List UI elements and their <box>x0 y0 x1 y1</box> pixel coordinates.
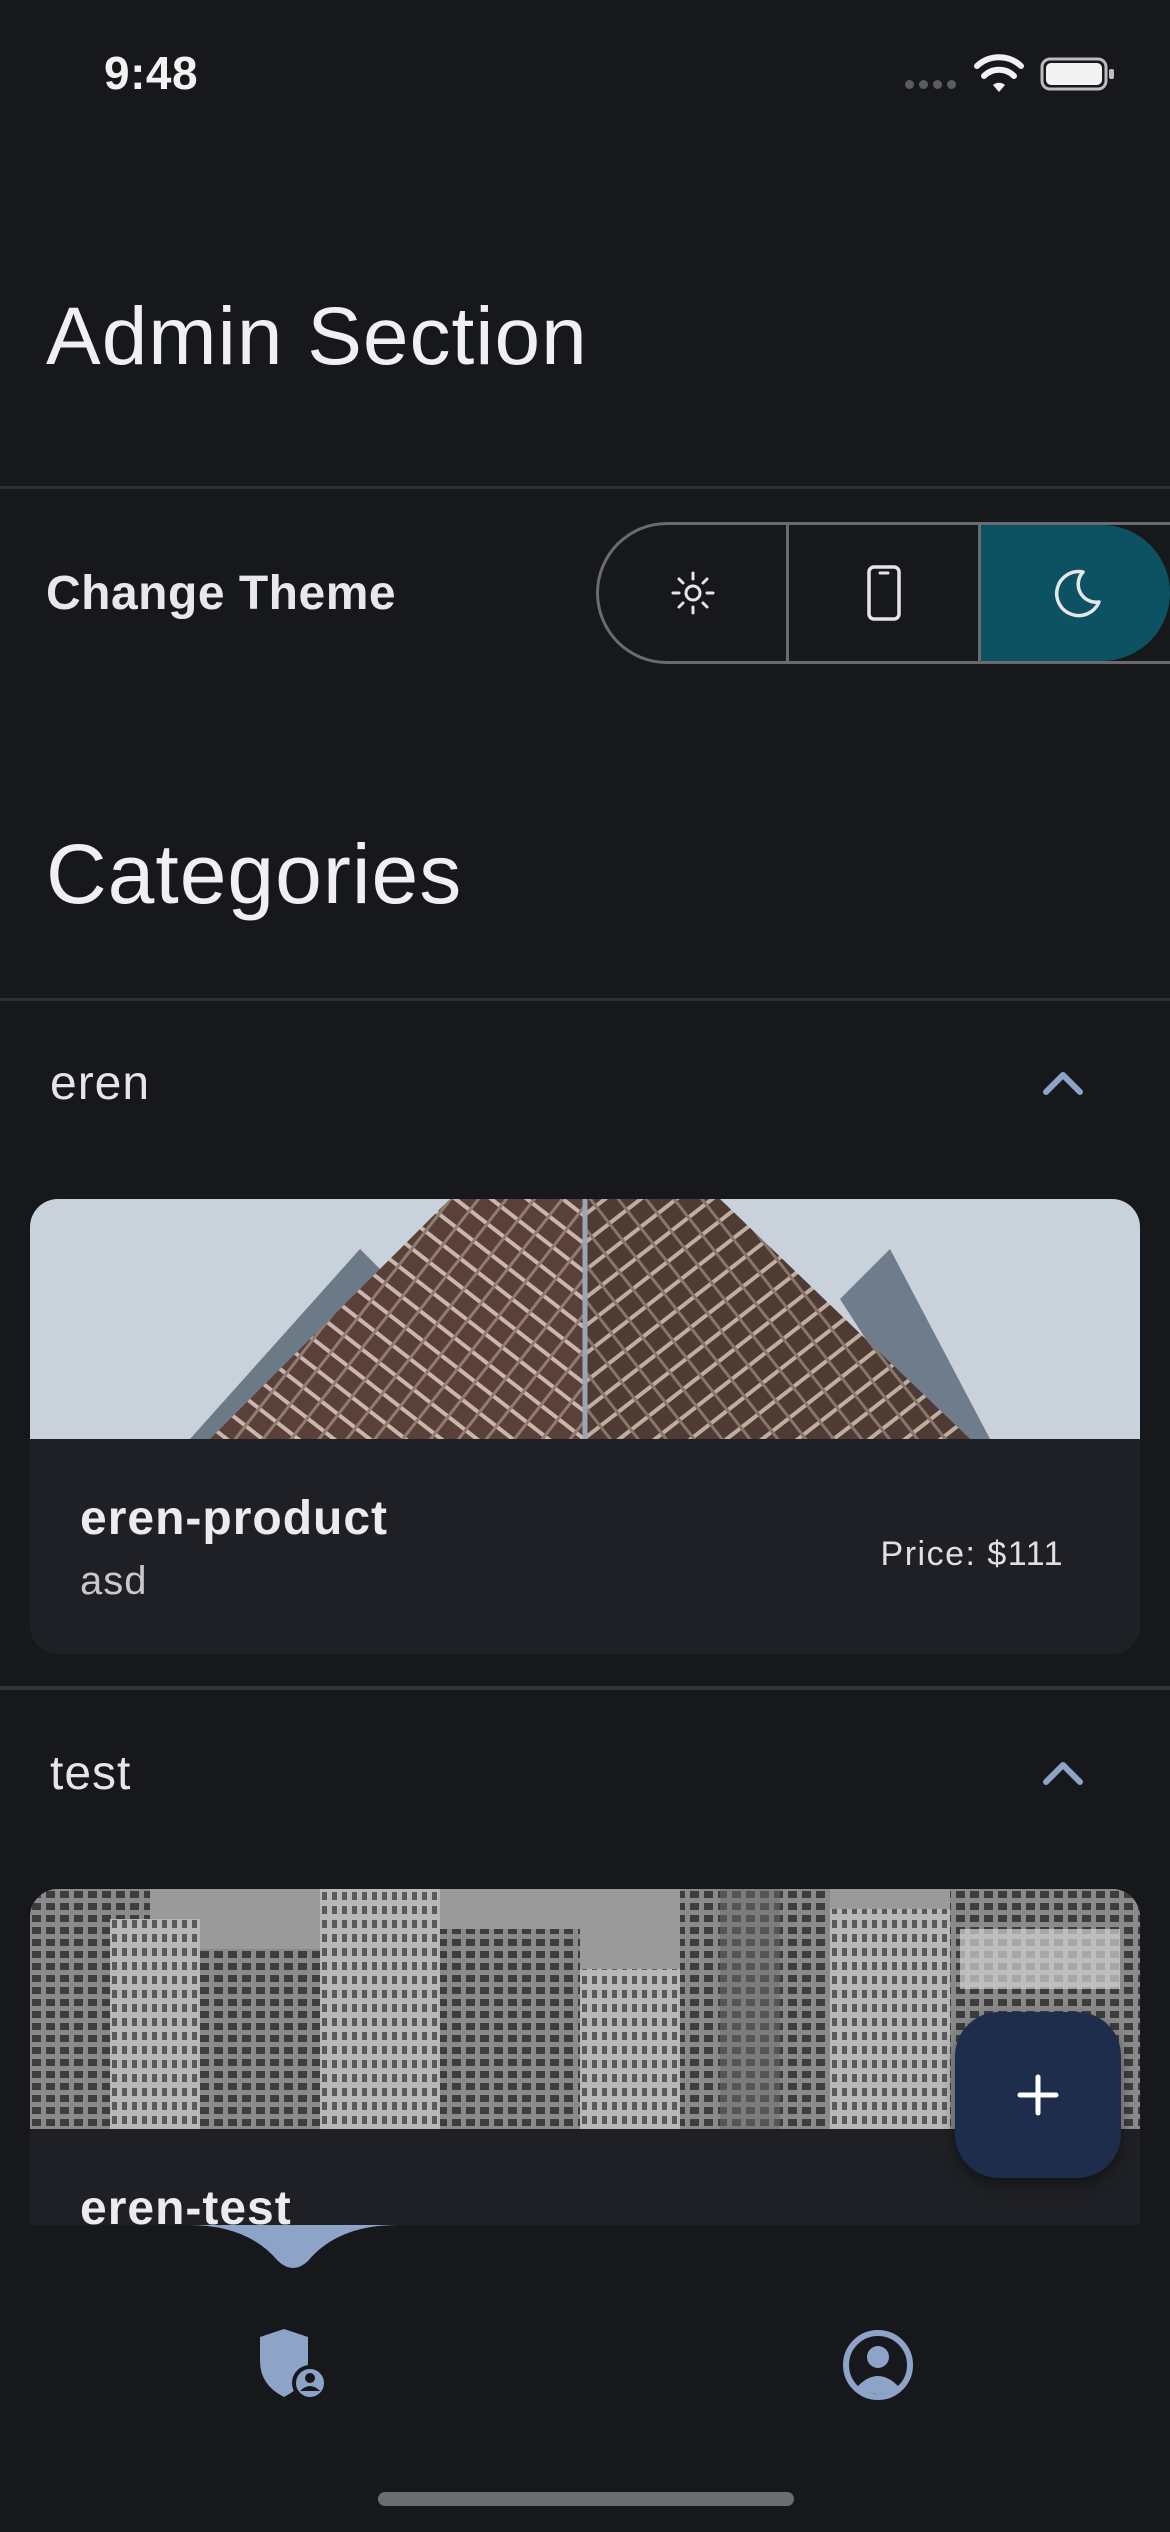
divider <box>0 1686 1170 1690</box>
product-description: asd <box>80 1559 148 1603</box>
category-row-eren[interactable]: eren <box>0 1002 1170 1172</box>
status-time: 9:48 <box>104 47 199 99</box>
admin-screen: 9:48 Admin Section Change Theme Categori… <box>0 0 1170 2532</box>
category-name: eren <box>50 1057 151 1110</box>
battery-icon <box>1040 57 1114 91</box>
status-bar: 9:48 <box>0 0 1170 150</box>
product-info: eren-product asd Price: $111 <box>30 1439 1140 1654</box>
phone-icon <box>866 565 901 621</box>
active-tab-indicator <box>188 2225 398 2268</box>
theme-dark-button[interactable] <box>981 525 1170 661</box>
chevron-up-icon[interactable] <box>1040 1756 1086 1788</box>
admin-shield-icon[interactable] <box>254 2327 328 2401</box>
product-price: Price: $111 <box>880 1535 1064 1573</box>
bottom-navigation <box>0 2225 1170 2532</box>
home-indicator <box>378 2492 794 2506</box>
page-title: Admin Section <box>46 291 588 382</box>
category-row-test[interactable]: test <box>0 1692 1170 1862</box>
profile-icon[interactable] <box>842 2329 914 2401</box>
theme-toggle <box>596 522 1170 664</box>
add-category-button[interactable] <box>955 2012 1121 2178</box>
theme-system-button[interactable] <box>789 525 981 661</box>
category-name: test <box>50 1747 132 1800</box>
divider <box>0 998 1170 1001</box>
product-card[interactable]: eren-product asd Price: $111 <box>30 1199 1140 1654</box>
change-theme-label: Change Theme <box>46 567 397 620</box>
categories-title: Categories <box>46 827 463 921</box>
plus-icon <box>1017 2074 1059 2116</box>
wifi-icon <box>974 54 1024 92</box>
divider <box>0 486 1170 489</box>
theme-light-button[interactable] <box>599 525 789 661</box>
cellular-signal-icon <box>905 80 956 89</box>
product-image <box>30 1199 1140 1439</box>
product-name: eren-product <box>80 1492 389 1545</box>
sun-icon <box>671 571 714 615</box>
chevron-up-icon[interactable] <box>1040 1066 1086 1098</box>
moon-icon <box>1054 569 1101 618</box>
